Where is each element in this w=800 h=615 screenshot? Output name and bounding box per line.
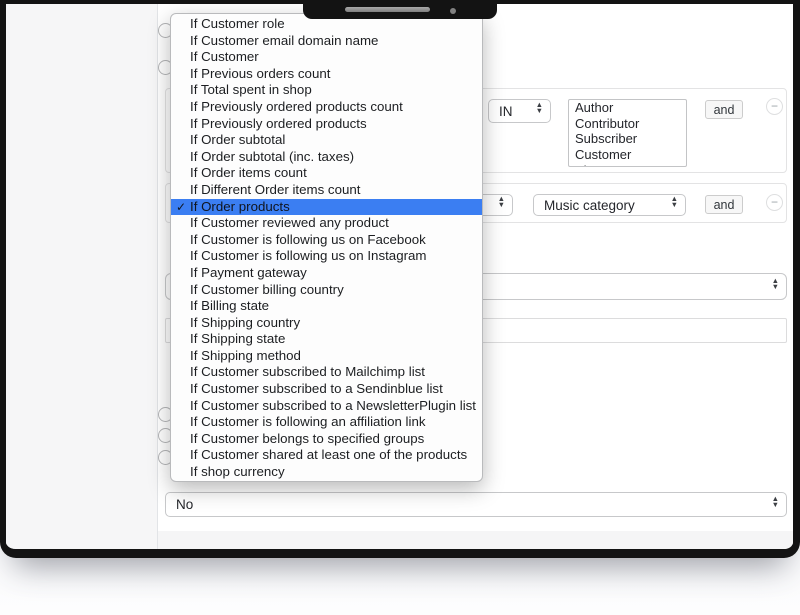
dropdown-option[interactable]: If Customer subscribed to a Sendinblue l… — [171, 381, 482, 398]
dropdown-option[interactable]: If shop currency — [171, 464, 482, 481]
checkmark-icon: ✓ — [176, 199, 186, 216]
dropdown-option[interactable]: If Billing state — [171, 298, 482, 315]
dropdown-option[interactable]: If Order items count — [171, 165, 482, 182]
dropdown-option[interactable]: If Order subtotal (inc. taxes) — [171, 149, 482, 166]
dropdown-option[interactable]: If Customer is following us on Facebook — [171, 232, 482, 249]
remove-rule-button[interactable]: − — [766, 194, 783, 211]
dropdown-option[interactable]: If Customer subscribed to a NewsletterPl… — [171, 398, 482, 415]
multiselect-option[interactable]: Contributor — [569, 116, 686, 132]
dropdown-option[interactable]: If Previous orders count — [171, 66, 482, 83]
dropdown-option[interactable]: If Customer reviewed any product — [171, 215, 482, 232]
remove-rule-button[interactable]: − — [766, 98, 783, 115]
multiselect-option[interactable]: Author — [569, 100, 686, 116]
dropdown-option[interactable]: If Customer — [171, 49, 482, 66]
product-category-select[interactable]: Music category ▲▼ — [533, 194, 686, 216]
laptop-screen-frame: Rules groups relationship AND: All group… — [0, 0, 800, 558]
select-stepper-icon: ▲▼ — [498, 199, 505, 211]
select-stepper-icon: ▲▼ — [536, 105, 543, 117]
speaker-grille-icon — [345, 7, 430, 12]
category-select-value: Music category — [544, 198, 635, 213]
and-condition-button[interactable]: and — [705, 195, 743, 214]
camera-dot-icon — [450, 8, 456, 14]
dropdown-option[interactable]: If Customer is following an affiliation … — [171, 414, 482, 431]
dropdown-option[interactable]: If Customer billing country — [171, 282, 482, 299]
multiselect-option[interactable]: Shop Manager — [569, 163, 686, 167]
select-stepper-icon: ▲▼ — [772, 281, 779, 293]
dropdown-option[interactable]: If Shipping country — [171, 315, 482, 332]
dropdown-option[interactable]: If Shipping method — [171, 348, 482, 365]
operator-select[interactable]: IN ▲▼ — [488, 99, 551, 123]
multiselect-option[interactable]: Customer — [569, 147, 686, 163]
dropdown-option[interactable]: If Customer is following us on Instagram — [171, 248, 482, 265]
dropdown-option[interactable]: If Previously ordered products — [171, 116, 482, 133]
dropdown-option[interactable]: If Payment gateway — [171, 265, 482, 282]
customer-roles-multiselect[interactable]: AuthorContributorSubscriberCustomerShop … — [568, 99, 687, 167]
footer-strip — [158, 531, 794, 550]
dropdown-option[interactable]: If Customer subscribed to Mailchimp list — [171, 364, 482, 381]
dropdown-option[interactable]: If Different Order items count — [171, 182, 482, 199]
dropdown-option[interactable]: If Shipping state — [171, 331, 482, 348]
evaluate-select-value: No — [176, 497, 193, 512]
dropdown-option[interactable]: If Order subtotal — [171, 132, 482, 149]
rule-type-dropdown[interactable]: If Customer roleIf Customer email domain… — [170, 13, 483, 482]
evaluate-per-product-select[interactable]: No ▲▼ — [165, 492, 787, 517]
operator-select-value: IN — [499, 104, 513, 119]
dropdown-option[interactable]: If Customer belongs to specified groups — [171, 431, 482, 448]
dropdown-option[interactable]: If Customer email domain name — [171, 33, 482, 50]
app-viewport: Rules groups relationship AND: All group… — [0, 0, 800, 558]
beta-badge: Beta. — [10, 555, 153, 558]
settings-sidebar — [6, 4, 158, 549]
select-stepper-icon: ▲▼ — [671, 199, 678, 211]
dropdown-option[interactable]: If Total spent in shop — [171, 82, 482, 99]
and-condition-button[interactable]: and — [705, 100, 743, 119]
dropdown-option[interactable]: If Previously ordered products count — [171, 99, 482, 116]
laptop-notch — [303, 0, 497, 19]
dropdown-option[interactable]: ✓If Order products — [171, 199, 482, 216]
multiselect-option[interactable]: Subscriber — [569, 131, 686, 147]
dropdown-option[interactable]: If Customer shared at least one of the p… — [171, 447, 482, 464]
select-stepper-icon: ▲▼ — [772, 499, 779, 511]
